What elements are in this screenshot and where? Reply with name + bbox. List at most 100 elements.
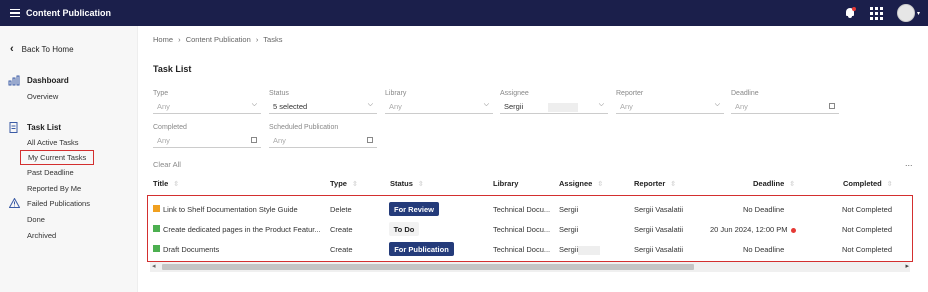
cell-reporter: Sergii Vasalatii (634, 245, 684, 254)
header-label: Library (493, 179, 519, 188)
chevron-down-icon[interactable]: ▾ (917, 10, 920, 17)
deadline-text: 20 Jun 2024, 12:00 PM (710, 225, 788, 234)
calendar-icon[interactable] (251, 137, 257, 143)
cell-completed: Not Completed (842, 245, 893, 254)
breadcrumb-content-publication[interactable]: Content Publication (186, 35, 251, 44)
status-badge: For Publication (389, 242, 454, 256)
sidebar-section-dashboard[interactable]: Dashboard (8, 75, 69, 86)
cell-assignee: Sergii (559, 205, 579, 214)
filter-label-reporter: Reporter (616, 90, 644, 97)
filter-label-deadline: Deadline (731, 90, 759, 97)
cell-deadline: No Deadline (743, 205, 785, 214)
cell-assignee: Sergii (559, 245, 579, 254)
column-header-assignee[interactable]: Assignee ⇳ (559, 179, 603, 188)
sidebar-item-archived[interactable]: Archived (27, 231, 56, 240)
filter-value: Any (620, 102, 633, 111)
sidebar-item-done[interactable]: Done (27, 215, 45, 224)
sidebar-section-task-list[interactable]: Task List (8, 122, 61, 133)
chevron-down-icon: ⌵ (714, 101, 720, 108)
filter-value: Any (735, 102, 748, 111)
filter-completed-input[interactable]: Any (153, 134, 261, 148)
clear-all-link[interactable]: Clear All (153, 160, 181, 169)
chevron-down-icon: ⌵ (598, 101, 604, 108)
chevron-down-icon: ⌵ (483, 101, 489, 108)
filter-scheduled-publication-input[interactable]: Any (269, 134, 377, 148)
avatar[interactable] (896, 4, 915, 22)
cell-deadline: 20 Jun 2024, 12:00 PM (710, 225, 796, 234)
filter-label-completed: Completed (153, 124, 187, 131)
hamburger-icon[interactable] (10, 8, 20, 18)
filter-value: Any (157, 102, 170, 111)
cell-type: Create (330, 245, 353, 254)
filter-deadline-input[interactable]: Any (731, 100, 839, 114)
sidebar-item-failed-publications[interactable]: Failed Publications (27, 199, 90, 208)
cell-title[interactable]: Draft Documents (163, 245, 328, 254)
cell-type: Delete (330, 205, 352, 214)
app-title: Content Publication (26, 8, 111, 18)
cell-completed: Not Completed (842, 205, 893, 214)
filter-label-scheduled-publication: Scheduled Publication (269, 124, 339, 131)
chart-icon (8, 75, 20, 86)
horizontal-scrollbar[interactable]: ◂ ▸ (150, 262, 910, 272)
redacted-block (578, 246, 600, 255)
column-header-title[interactable]: Title ⇳ (153, 179, 179, 188)
cell-title[interactable]: Link to Shelf Documentation Style Guide (163, 205, 328, 214)
calendar-icon[interactable] (829, 103, 835, 109)
scroll-right-icon[interactable]: ▸ (905, 262, 909, 270)
cell-deadline: No Deadline (743, 245, 785, 254)
cell-title[interactable]: Create dedicated pages in the Product Fe… (163, 225, 328, 234)
apps-grid-icon[interactable] (869, 6, 883, 20)
sort-icon: ⇳ (351, 181, 358, 188)
filter-status-select[interactable]: 5 selected ⌵ (269, 100, 377, 114)
header-label: Completed (843, 179, 882, 188)
document-icon (8, 122, 20, 133)
filter-value: Any (389, 102, 402, 111)
sidebar-item-reported-by-me[interactable]: Reported By Me (27, 184, 81, 193)
more-options-icon[interactable]: ... (905, 158, 913, 168)
filter-value: Any (157, 136, 170, 145)
task-type-icon (153, 205, 160, 212)
bell-icon[interactable] (844, 7, 856, 19)
breadcrumb-tasks: Tasks (263, 35, 283, 44)
filter-value: Any (273, 136, 286, 145)
filter-label-library: Library (385, 90, 407, 97)
chevron-left-icon: ‹ (10, 43, 14, 55)
sidebar: ‹ Back To Home Dashboard Overview Task L… (0, 26, 138, 292)
calendar-icon[interactable] (367, 137, 373, 143)
cell-library: Technical Docu... (493, 205, 551, 214)
column-header-completed[interactable]: Completed ⇳ (843, 179, 893, 188)
sidebar-item-overview[interactable]: Overview (27, 92, 58, 101)
task-type-icon (153, 245, 160, 252)
overdue-dot-icon (790, 227, 796, 233)
sort-icon: ⇳ (417, 181, 424, 188)
status-badge: To Do (389, 222, 419, 236)
sidebar-item-past-deadline[interactable]: Past Deadline (27, 168, 74, 177)
header-label: Title (153, 179, 169, 188)
column-header-type[interactable]: Type ⇳ (330, 179, 358, 188)
breadcrumb-separator: › (178, 35, 181, 44)
scroll-left-icon[interactable]: ◂ (152, 262, 156, 270)
filter-reporter-select[interactable]: Any ⌵ (616, 100, 724, 114)
filter-type-select[interactable]: Any ⌵ (153, 100, 261, 114)
redacted-block (548, 103, 578, 112)
filter-label-status: Status (269, 90, 289, 97)
cell-reporter: Sergii Vasalatii (634, 225, 684, 234)
header-label: Status (390, 179, 413, 188)
breadcrumb-separator: › (255, 35, 259, 44)
sidebar-item-my-current-tasks[interactable]: My Current Tasks (20, 150, 95, 165)
top-bar: Content Publication ▾ (0, 0, 928, 26)
column-header-status[interactable]: Status ⇳ (390, 179, 424, 188)
filter-assignee-select[interactable]: Sergii ⌵ (500, 100, 608, 114)
scrollbar-thumb[interactable] (162, 264, 694, 270)
sort-icon: ⇳ (597, 181, 604, 188)
back-to-home-link[interactable]: ‹ Back To Home (10, 43, 74, 55)
breadcrumb: Home › Content Publication › Tasks (153, 35, 285, 44)
filter-library-select[interactable]: Any ⌵ (385, 100, 493, 114)
header-label: Type (330, 179, 347, 188)
filter-value: Sergii (504, 102, 524, 111)
filter-value: 5 selected (273, 102, 308, 111)
sidebar-item-all-active-tasks[interactable]: All Active Tasks (27, 138, 79, 147)
column-header-deadline[interactable]: Deadline ⇳ (753, 179, 795, 188)
column-header-reporter[interactable]: Reporter ⇳ (634, 179, 676, 188)
breadcrumb-home[interactable]: Home (153, 35, 173, 44)
